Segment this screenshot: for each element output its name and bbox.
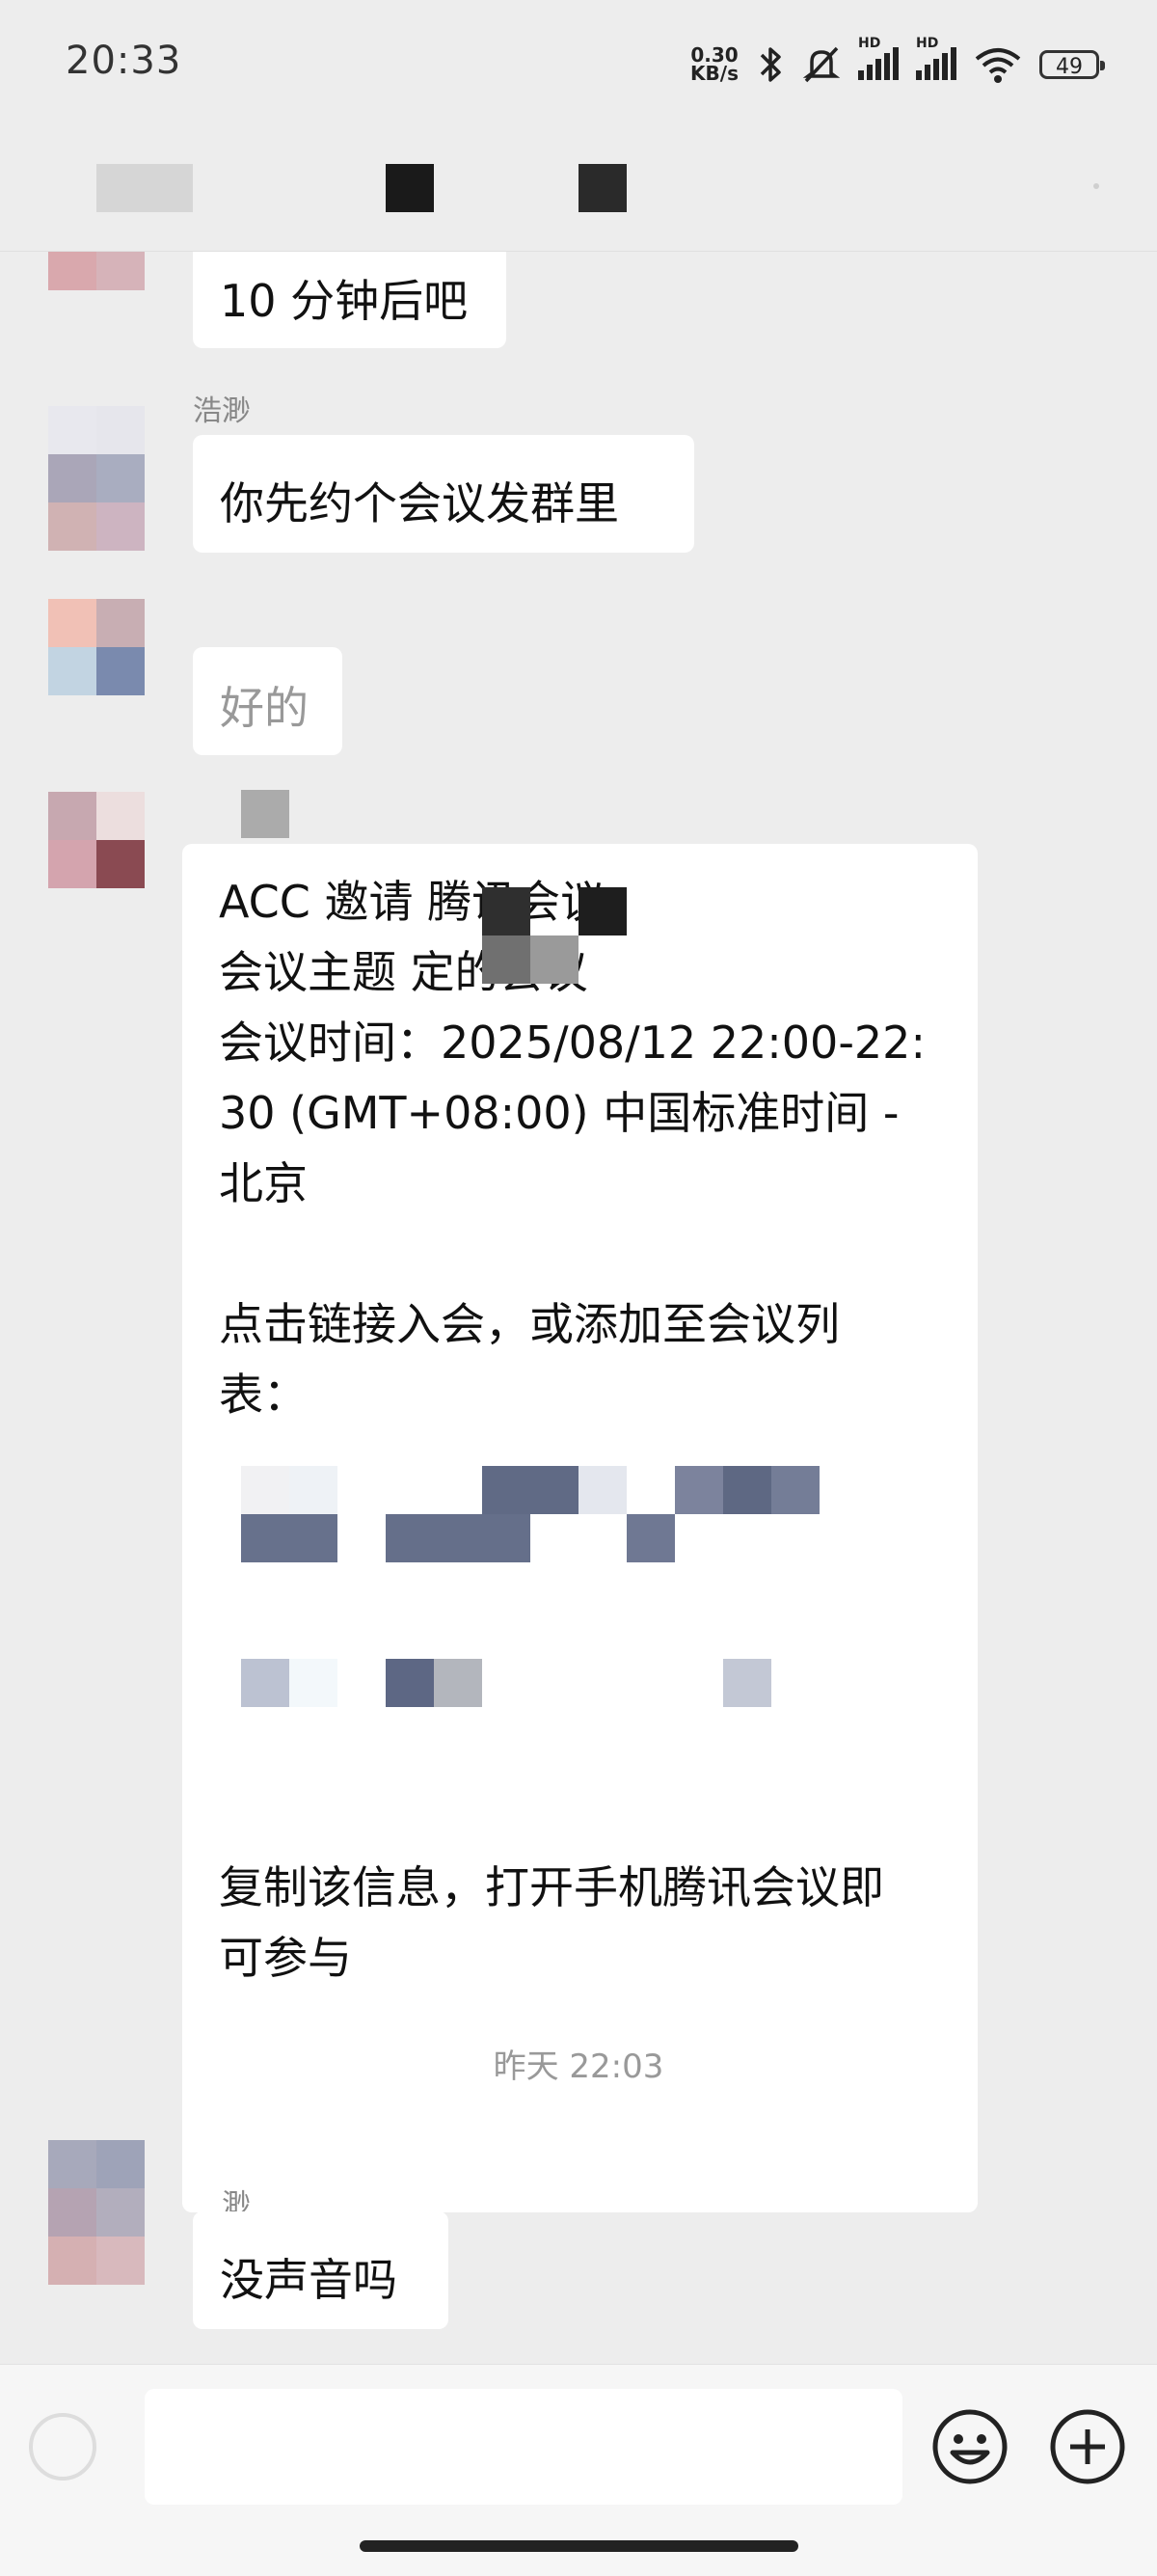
- avatar[interactable]: [48, 406, 145, 502]
- header-title-redacted: [578, 164, 627, 212]
- link-redaction: [241, 1514, 337, 1562]
- mute-bell-icon: [802, 46, 841, 83]
- message-input[interactable]: [145, 2389, 902, 2505]
- header-more-icon[interactable]: [1093, 183, 1099, 189]
- link-redaction: [386, 1659, 434, 1707]
- wifi-icon: [975, 48, 1021, 83]
- link-redaction: [675, 1466, 723, 1514]
- chat-messages[interactable]: 10 分钟后吧 浩渺 你先约个会议发群里 好的 ACC 邀请 腾讯会议 会议主题…: [0, 252, 1157, 2364]
- emoji-icon[interactable]: [931, 2408, 1009, 2485]
- avatar-part: [48, 502, 145, 551]
- message-bubble[interactable]: 好的: [193, 647, 342, 755]
- meeting-line: 表：: [219, 1369, 308, 1421]
- sender-name-redacted: [241, 790, 289, 838]
- meeting-line: 30 (GMT+08:00) 中国标准时间 -: [219, 1087, 900, 1139]
- message-bubble[interactable]: 没声音吗: [193, 2211, 448, 2329]
- battery-icon: 49: [1039, 50, 1105, 79]
- link-redaction: [289, 1466, 337, 1514]
- header-title-redacted: [386, 164, 434, 212]
- signal-icon: HD: [916, 36, 956, 80]
- redaction-block: [482, 887, 530, 935]
- redaction-block: [578, 887, 627, 935]
- meeting-line: 会议主题 定的会议: [219, 946, 588, 998]
- meeting-line: 北京: [219, 1157, 308, 1209]
- link-redaction: [434, 1659, 482, 1707]
- meeting-line: [219, 1219, 941, 1289]
- message-bubble[interactable]: 10 分钟后吧: [193, 252, 506, 348]
- voice-input-button[interactable]: [29, 2413, 96, 2481]
- link-redaction: [241, 1466, 289, 1514]
- message-text: 没声音吗: [220, 2254, 397, 2306]
- home-indicator[interactable]: [360, 2540, 798, 2552]
- message-bubble[interactable]: 你先约个会议发群里: [193, 435, 694, 553]
- header-title-redacted: [96, 164, 193, 212]
- avatar[interactable]: [48, 2140, 145, 2285]
- status-bar: 20:33 0.30 KB/s HD HD 49: [0, 0, 1157, 135]
- message-text: 10 分钟后吧: [220, 275, 469, 327]
- link-redaction: [578, 1466, 627, 1514]
- sender-name: 浩渺: [193, 394, 251, 428]
- link-redaction: [627, 1514, 675, 1562]
- link-redaction: [723, 1466, 771, 1514]
- redaction-block: [530, 935, 578, 984]
- avatar[interactable]: [48, 252, 145, 290]
- net-speed: 0.30 KB/s: [690, 43, 739, 85]
- avatar[interactable]: [48, 599, 145, 695]
- link-redaction: [289, 1659, 337, 1707]
- meeting-line: 点击链接入会，或添加至会议列: [219, 1298, 840, 1350]
- message-text: 你先约个会议发群里: [220, 477, 619, 529]
- link-redaction: [723, 1659, 771, 1707]
- chat-header: [0, 135, 1157, 252]
- message-text: 好的: [220, 682, 309, 734]
- status-icons: 0.30 KB/s HD HD 49: [690, 36, 1105, 89]
- meeting-line: 复制该信息，打开手机腾讯会议即: [219, 1861, 884, 1913]
- link-redaction: [241, 1659, 289, 1707]
- timestamp: 昨天 22:03: [493, 2047, 664, 2086]
- link-redaction: [482, 1466, 578, 1514]
- bluetooth-icon: [760, 47, 781, 82]
- meeting-line: 会议时间：2025/08/12 22:00-22:: [219, 1017, 926, 1069]
- avatar[interactable]: [48, 792, 145, 888]
- link-redaction: [771, 1466, 820, 1514]
- meeting-line: 可参与: [219, 1932, 352, 1984]
- add-icon[interactable]: [1049, 2408, 1126, 2485]
- signal-icon: HD: [858, 36, 899, 80]
- link-redaction: [386, 1514, 530, 1562]
- status-time: 20:33: [66, 39, 182, 83]
- redaction-block: [482, 935, 530, 984]
